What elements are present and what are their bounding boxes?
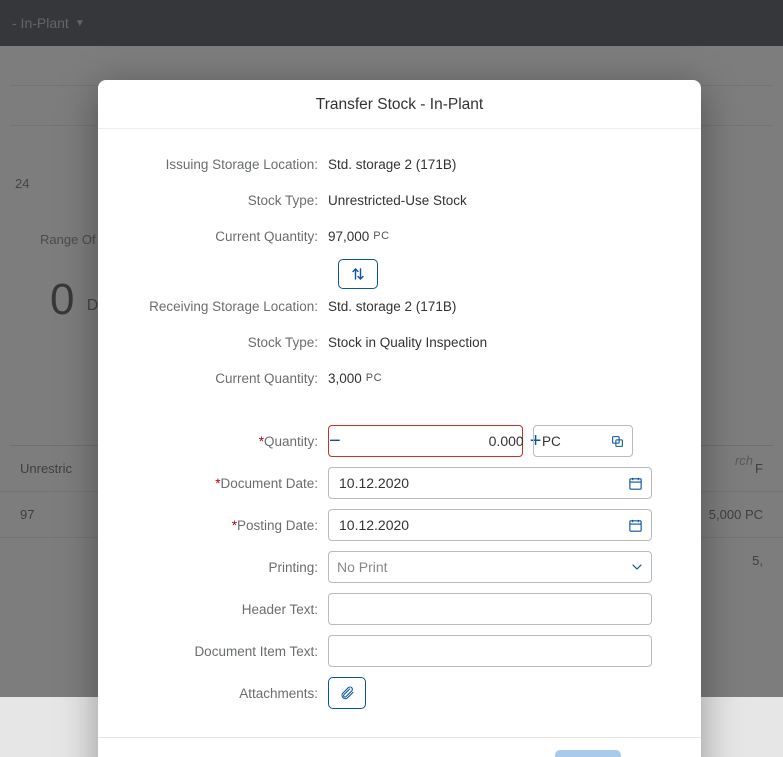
unit-input[interactable]: PC	[533, 425, 633, 457]
transfer-stock-dialog: Transfer Stock - In-Plant Issuing Storag…	[98, 80, 701, 757]
calendar-icon[interactable]	[628, 476, 643, 491]
header-text-field[interactable]	[337, 600, 643, 618]
issuing-type-label: Stock Type:	[128, 193, 328, 208]
quantity-label: *Quantity:	[128, 434, 328, 449]
issuing-loc-label: Issuing Storage Location:	[128, 157, 328, 172]
calendar-icon[interactable]	[628, 518, 643, 533]
quantity-input[interactable]	[341, 426, 530, 456]
header-text-input[interactable]	[328, 593, 652, 625]
item-text-field[interactable]	[337, 642, 643, 660]
swap-arrows-icon	[350, 266, 366, 282]
document-date-label: *Document Date:	[128, 476, 328, 491]
post-button[interactable]: Post	[555, 750, 621, 757]
receiving-type-value: Stock in Quality Inspection	[328, 335, 671, 350]
receiving-qty-value: 3,000	[328, 371, 362, 386]
posting-date-input[interactable]	[328, 509, 652, 541]
chevron-down-icon	[631, 561, 643, 573]
receiving-loc-label: Receiving Storage Location:	[128, 299, 328, 314]
item-text-input[interactable]	[328, 635, 652, 667]
receiving-type-label: Stock Type:	[128, 335, 328, 350]
paperclip-icon	[339, 685, 355, 701]
receiving-loc-value: Std. storage 2 (171B)	[328, 299, 671, 314]
dialog-title: Transfer Stock - In-Plant	[98, 80, 701, 129]
printing-select[interactable]: No Print	[328, 551, 652, 583]
swap-locations-button[interactable]	[338, 259, 378, 289]
receiving-qty-unit: PC	[366, 372, 382, 384]
issuing-type-value: Unrestricted-Use Stock	[328, 193, 671, 208]
dialog-footer: Post Cancel	[98, 737, 701, 757]
receiving-qty-label: Current Quantity:	[128, 371, 328, 386]
printing-value: No Print	[337, 559, 388, 575]
header-text-label: Header Text:	[128, 602, 328, 617]
value-help-icon[interactable]	[611, 435, 624, 448]
issuing-qty-unit: PC	[373, 230, 389, 242]
quantity-decrement-button[interactable]: −	[329, 431, 341, 451]
posting-date-label: *Posting Date:	[128, 518, 328, 533]
document-date-field[interactable]	[337, 474, 622, 492]
attachments-label: Attachments:	[128, 686, 328, 701]
attachments-button[interactable]	[328, 677, 366, 709]
document-date-input[interactable]	[328, 467, 652, 499]
issuing-qty-label: Current Quantity:	[128, 229, 328, 244]
issuing-qty-value: 97,000	[328, 229, 369, 244]
posting-date-field[interactable]	[337, 516, 622, 534]
printing-label: Printing:	[128, 560, 328, 575]
unit-value: PC	[542, 434, 561, 449]
issuing-loc-value: Std. storage 2 (171B)	[328, 157, 671, 172]
item-text-label: Document Item Text:	[128, 644, 328, 659]
quantity-stepper[interactable]: − +	[328, 425, 523, 457]
